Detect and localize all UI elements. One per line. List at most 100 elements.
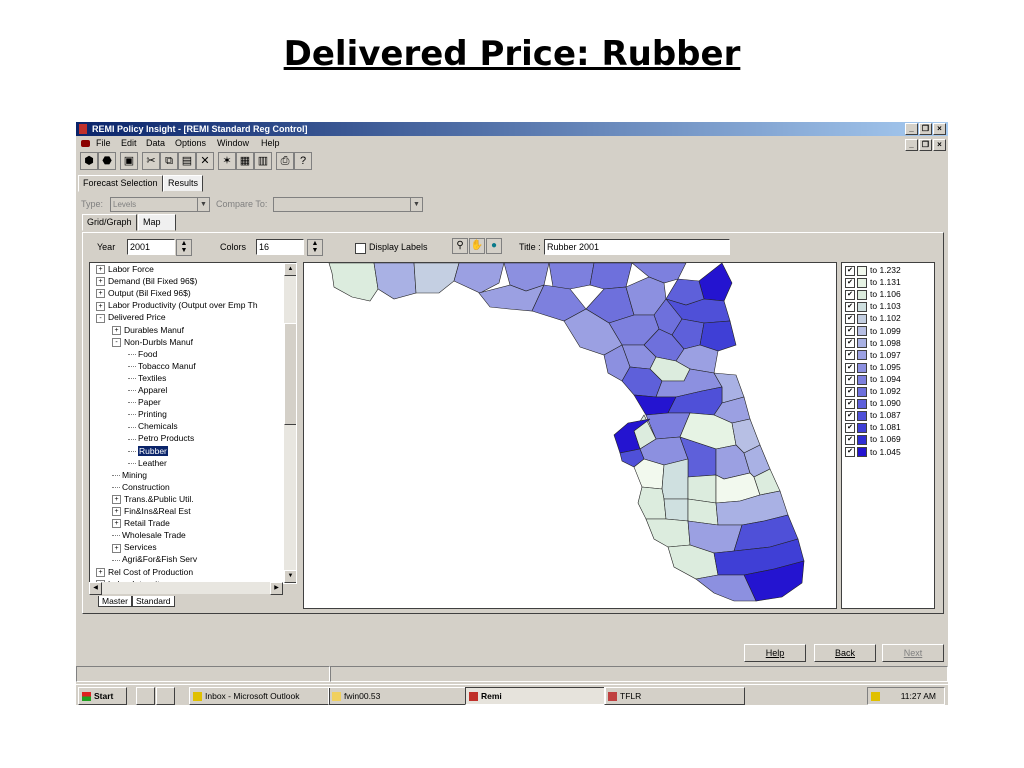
collapse-icon[interactable]: - (96, 313, 105, 323)
legend-checkbox[interactable]: ✔ (845, 398, 855, 409)
help-button[interactable]: Help (744, 644, 806, 662)
zoom-icon[interactable]: ⚲ (452, 238, 468, 254)
connect-icon[interactable]: ⬣ (98, 152, 116, 170)
tree-item[interactable]: + Trans.&Public Util. (112, 494, 194, 505)
print-icon[interactable]: ⎙ (276, 152, 294, 170)
legend-checkbox[interactable]: ✔ (845, 435, 855, 446)
save-icon[interactable]: ▣ (120, 152, 138, 170)
tree-item[interactable]: Textiles (128, 373, 166, 383)
expand-icon[interactable]: + (96, 277, 105, 287)
tree-item[interactable]: Paper (128, 397, 161, 407)
delete-icon[interactable]: ✕ (196, 152, 214, 170)
tree-item[interactable]: - Delivered Price (96, 312, 166, 323)
legend-checkbox[interactable]: ✔ (845, 374, 855, 385)
tree-item[interactable]: - Non-Durbls Manuf (112, 337, 193, 347)
tree-item[interactable]: + Rel Cost of Production (96, 567, 193, 577)
taskbar-outlook[interactable]: Inbox - Microsoft Outlook (189, 687, 330, 705)
tree-item[interactable]: Printing (128, 409, 167, 419)
legend-checkbox[interactable]: ✔ (845, 350, 855, 361)
expand-icon[interactable]: + (96, 289, 105, 299)
tree-item[interactable]: Apparel (128, 385, 167, 395)
browser-icon[interactable] (156, 687, 175, 705)
menu-options[interactable]: Options (175, 138, 206, 148)
taskbar-tflr[interactable]: TFLR (604, 687, 745, 705)
tree-item[interactable]: Agri&For&Fish Serv (112, 554, 197, 564)
tree-horizontal-scrollbar[interactable]: ◀ ▶ (89, 582, 283, 595)
taskbar-folder[interactable]: fwin00.53 (328, 687, 467, 705)
tree-item[interactable]: + Services (112, 542, 157, 553)
tray-icon[interactable] (871, 692, 880, 702)
expand-icon[interactable]: + (96, 567, 105, 577)
tree-item[interactable]: + Retail Trade (112, 518, 170, 529)
legend-checkbox[interactable]: ✔ (845, 277, 855, 288)
tree-vertical-scrollbar[interactable]: ▲ ▼ (284, 263, 296, 583)
tree-item[interactable]: Rubber (128, 445, 168, 456)
tree-item[interactable]: Petro Products (128, 433, 194, 443)
compare-to-select[interactable]: ▼ (273, 197, 423, 212)
desktop-icon[interactable] (136, 687, 155, 705)
tree-item[interactable]: + Labor Force (96, 264, 154, 275)
back-button[interactable]: Back (814, 644, 876, 662)
colors-field[interactable]: 16 (256, 239, 304, 255)
start-button[interactable]: Start (78, 687, 127, 705)
legend-checkbox[interactable]: ✔ (845, 326, 855, 337)
menu-edit[interactable]: Edit (121, 138, 137, 148)
taskbar-remi[interactable]: Remi (465, 687, 606, 705)
tab-forecast-selection[interactable]: Forecast Selection (78, 175, 163, 192)
menu-help[interactable]: Help (261, 138, 280, 148)
year-spinner[interactable]: ▲ ▼ (176, 239, 192, 256)
tree-item[interactable]: Food (128, 349, 157, 359)
globe-icon[interactable]: ● (486, 238, 502, 254)
expand-icon[interactable]: + (112, 325, 121, 335)
menu-file[interactable]: File (96, 138, 111, 148)
doc-restore-button[interactable]: ❐ (919, 139, 932, 151)
run-icon[interactable]: ✶ (218, 152, 236, 170)
expand-icon[interactable]: + (96, 265, 105, 275)
database-icon[interactable]: ▥ (254, 152, 272, 170)
menu-data[interactable]: Data (146, 138, 165, 148)
tree-item[interactable]: Leather (128, 458, 167, 468)
close-button[interactable]: × (933, 123, 946, 135)
legend-checkbox[interactable]: ✔ (845, 265, 855, 276)
tree-item[interactable]: + Labor Productivity (Output over Emp Th (96, 300, 258, 311)
legend-checkbox[interactable]: ✔ (845, 302, 855, 313)
chart-icon[interactable]: ▦ (236, 152, 254, 170)
tree-item[interactable]: + Demand (Bil Fixed 96$) (96, 276, 197, 287)
legend-checkbox[interactable]: ✔ (845, 386, 855, 397)
expand-icon[interactable]: + (112, 495, 121, 505)
tree-item[interactable]: + Fin&Ins&Real Est (112, 506, 191, 517)
tab-grid-graph[interactable]: Grid/Graph (82, 214, 137, 231)
legend-checkbox[interactable]: ✔ (845, 423, 855, 434)
scroll-down-icon[interactable]: ▼ (284, 570, 296, 583)
scroll-thumb[interactable] (284, 323, 296, 425)
minimize-button[interactable]: _ (905, 123, 918, 135)
tab-results[interactable]: Results (163, 175, 204, 192)
tree-item[interactable]: Construction (112, 482, 170, 492)
legend-checkbox[interactable]: ✔ (845, 362, 855, 373)
florida-county-map[interactable] (303, 262, 837, 609)
expand-icon[interactable]: + (112, 519, 121, 529)
colors-spinner[interactable]: ▲ ▼ (307, 239, 323, 256)
paste-icon[interactable]: ▤ (178, 152, 196, 170)
scroll-up-icon[interactable]: ▲ (284, 263, 296, 276)
pan-hand-icon[interactable]: ✋ (469, 238, 485, 254)
tab-standard[interactable]: Standard (132, 596, 175, 607)
legend-checkbox[interactable]: ✔ (845, 338, 855, 349)
collapse-icon[interactable]: - (112, 337, 121, 347)
tree-item[interactable]: + Output (Bil Fixed 96$) (96, 288, 191, 299)
expand-icon[interactable]: + (112, 543, 121, 553)
open-icon[interactable]: ⬢ (80, 152, 98, 170)
cut-icon[interactable]: ✂ (142, 152, 160, 170)
type-dropdown-arrow-icon[interactable]: ▼ (197, 198, 209, 211)
document-menu-icon[interactable] (81, 140, 90, 147)
tree-item[interactable]: Chemicals (128, 421, 178, 431)
type-select[interactable]: Levels ▼ (110, 197, 210, 212)
scroll-left-icon[interactable]: ◀ (89, 582, 102, 595)
expand-icon[interactable]: + (96, 301, 105, 311)
menu-window[interactable]: Window (217, 138, 249, 148)
restore-button[interactable]: ❐ (919, 123, 932, 135)
tree-item[interactable]: Wholesale Trade (112, 530, 186, 540)
tab-master[interactable]: Master (98, 596, 132, 607)
doc-minimize-button[interactable]: _ (905, 139, 918, 151)
next-button[interactable]: Next (882, 644, 944, 662)
